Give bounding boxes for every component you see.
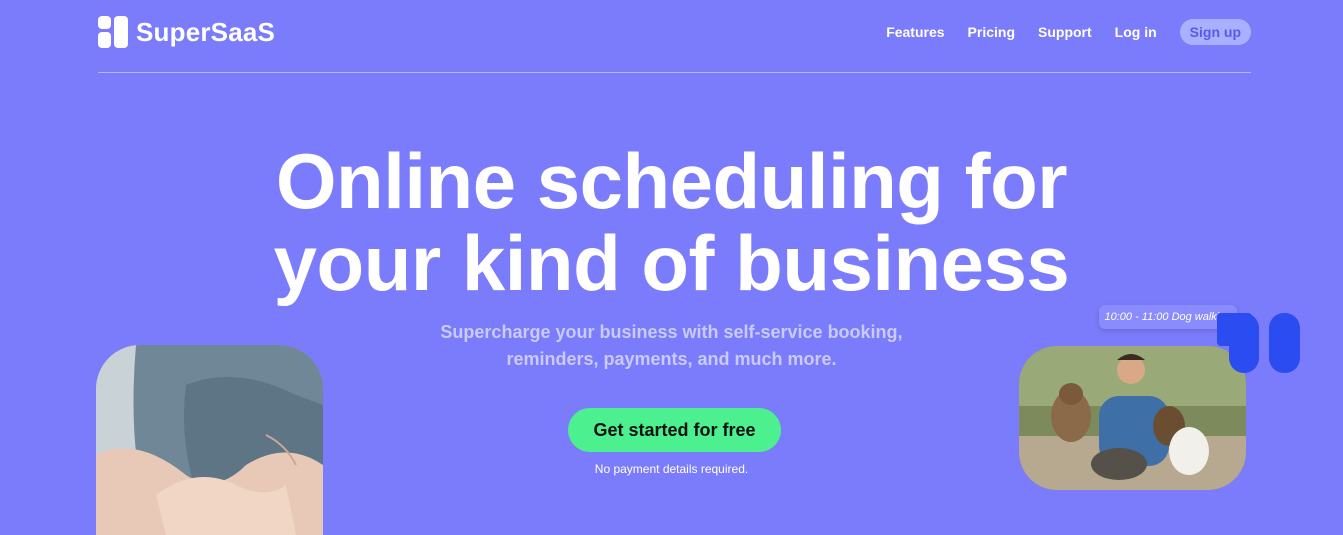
brand[interactable]: SuperSaaS bbox=[98, 16, 275, 48]
hero-title-line-1: Online scheduling for bbox=[275, 137, 1068, 225]
hero-title: Online scheduling for your kind of busin… bbox=[0, 140, 1343, 304]
nav-features-link[interactable]: Features bbox=[886, 19, 944, 45]
nav-login-link[interactable]: Log in bbox=[1115, 19, 1157, 45]
supersaas-logo-icon bbox=[98, 16, 128, 48]
massage-photo-illustration bbox=[96, 345, 323, 535]
nav-menu: Features Pricing Support Log in Sign up bbox=[886, 19, 1251, 45]
hero-title-line-2: your kind of business bbox=[273, 219, 1070, 307]
decorative-blue-shape bbox=[1217, 313, 1300, 373]
brand-name: SuperSaaS bbox=[136, 16, 276, 47]
get-started-button[interactable]: Get started for free bbox=[568, 408, 781, 452]
dog-walker-photo-illustration bbox=[1019, 346, 1246, 490]
signup-button[interactable]: Sign up bbox=[1179, 19, 1251, 45]
dog-walker-photo bbox=[1019, 346, 1246, 490]
top-navigation: SuperSaaS Features Pricing Support Log i… bbox=[98, 0, 1251, 73]
massage-photo bbox=[96, 345, 323, 535]
nav-support-link[interactable]: Support bbox=[1038, 19, 1092, 45]
nav-pricing-link[interactable]: Pricing bbox=[968, 19, 1015, 45]
